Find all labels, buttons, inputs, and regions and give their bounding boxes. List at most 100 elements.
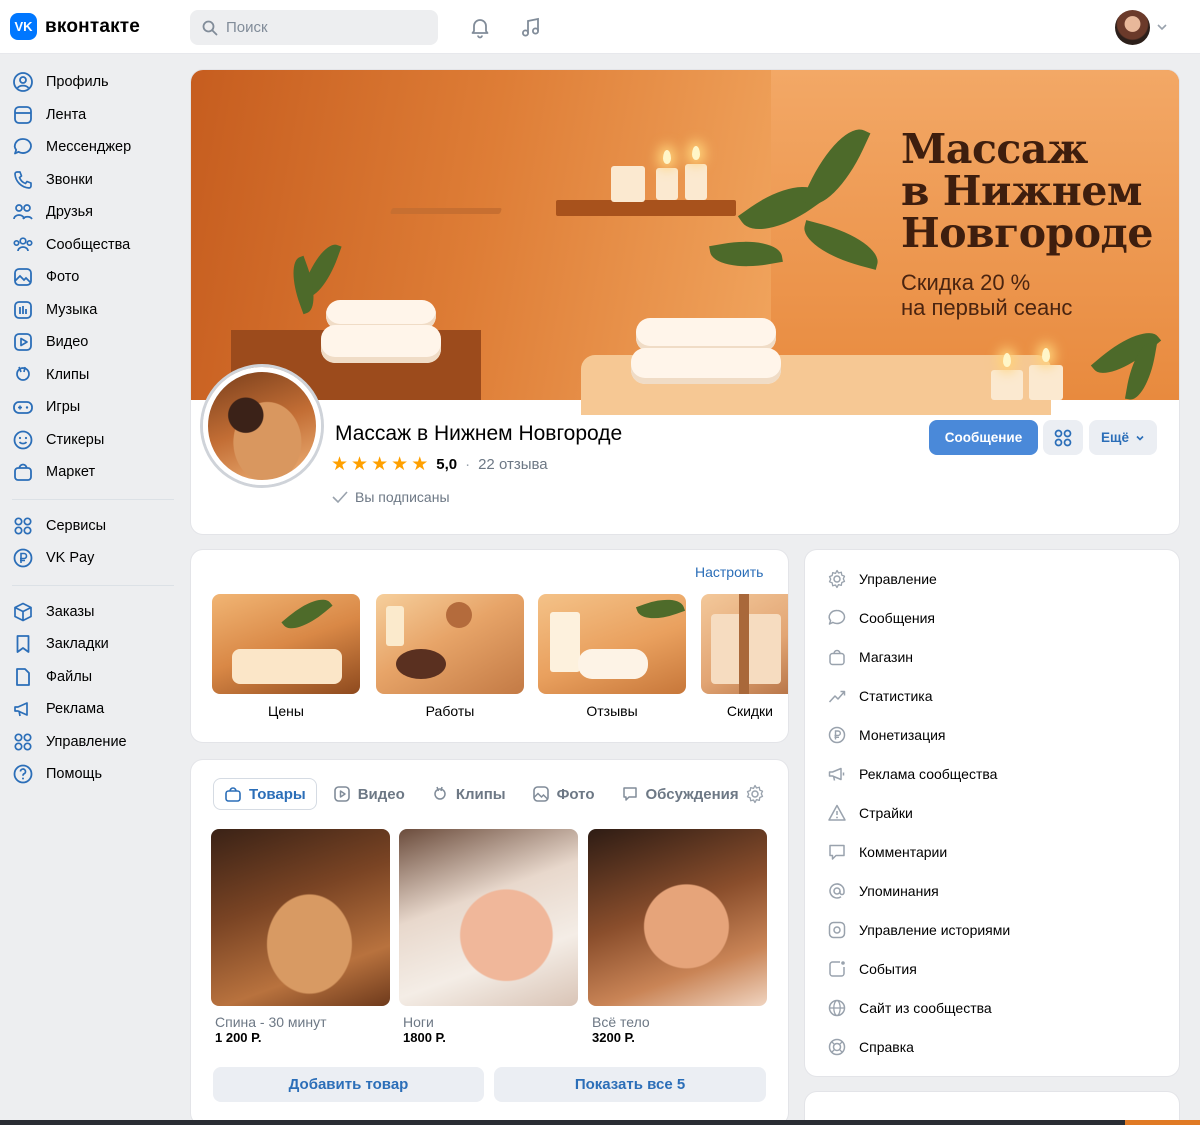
help-icon <box>13 764 33 784</box>
admin-item-label: События <box>859 961 917 977</box>
sidebar-item-feed[interactable]: Лента <box>0 99 180 132</box>
search-input[interactable] <box>226 19 426 36</box>
product-image[interactable] <box>588 829 767 1006</box>
tab-goods[interactable]: Товары <box>213 778 317 810</box>
tab-clips[interactable]: Клипы <box>421 778 516 810</box>
subscribed-status[interactable]: Вы подписаны <box>331 489 450 505</box>
search-box[interactable] <box>190 10 438 45</box>
sidebar-item-video[interactable]: Видео <box>0 326 180 359</box>
admin-item-shop[interactable]: Магазин <box>827 647 913 667</box>
menu-tile-label[interactable]: Цены <box>212 703 360 719</box>
shop-icon <box>829 649 845 666</box>
admin-item-label: Управление <box>859 571 937 587</box>
sidebar-item-ads[interactable]: Реклама <box>0 693 180 726</box>
sidebar-item-label: Видео <box>46 334 89 351</box>
product-image[interactable] <box>211 829 390 1006</box>
orders-icon <box>14 602 32 622</box>
sidebar-item-files[interactable]: Файлы <box>0 661 180 694</box>
vk-logo[interactable]: VK вконтакте <box>10 13 140 40</box>
chevron-down-icon <box>1136 435 1144 441</box>
sidebar-item-messenger[interactable]: Мессенджер <box>0 131 180 164</box>
product-price: 3200 Р. <box>592 1030 635 1045</box>
sidebar-item-market[interactable]: Маркет <box>0 456 180 489</box>
reviews-count[interactable]: 22 отзыва <box>478 456 548 473</box>
more-label: Ещё <box>1101 430 1129 445</box>
top-header: VK вконтакте <box>0 0 1200 54</box>
admin-item-stories[interactable]: Управление историями <box>827 920 1010 940</box>
product-card[interactable]: Всё тело 3200 Р. <box>588 829 767 1045</box>
help-circle-icon <box>828 1038 846 1056</box>
admin-item-monetization[interactable]: Монетизация <box>827 725 946 745</box>
sidebar-item-label: Реклама <box>46 701 105 718</box>
admin-item-help[interactable]: Справка <box>827 1037 914 1057</box>
sidebar-item-calls[interactable]: Звонки <box>0 164 180 197</box>
sidebar-item-help[interactable]: Помощь <box>0 758 180 791</box>
music-icon[interactable] <box>519 15 543 39</box>
sidebar-item-clips[interactable]: Клипы <box>0 359 180 392</box>
admin-item-mentions[interactable]: Упоминания <box>827 881 939 901</box>
games-icon <box>13 401 33 415</box>
message-button[interactable]: Сообщение <box>929 420 1038 455</box>
configure-link[interactable]: Настроить <box>695 564 763 580</box>
sidebar-item-vkpay[interactable]: VK Pay <box>0 542 180 575</box>
cover-candle <box>685 164 707 200</box>
product-card[interactable]: Спина - 30 минут 1 200 Р. <box>211 829 390 1045</box>
bell-icon[interactable] <box>468 15 492 39</box>
menu-tile-label[interactable]: Скидки <box>677 703 773 719</box>
more-button[interactable]: Ещё <box>1089 420 1157 455</box>
admin-item-stats[interactable]: Статистика <box>827 686 933 706</box>
sidebar-item-manage[interactable]: Управление <box>0 726 180 759</box>
sidebar-item-profile[interactable]: Профиль <box>0 66 180 99</box>
tab-video[interactable]: Видео <box>323 778 415 810</box>
menu-tile-works[interactable] <box>376 594 524 694</box>
show-all-products-button[interactable]: Показать все 5 <box>494 1067 766 1102</box>
cover-towel <box>631 348 781 384</box>
cover-shelf-left <box>389 208 503 214</box>
sidebar-item-friends[interactable]: Друзья <box>0 196 180 229</box>
admin-item-manage[interactable]: Управление <box>827 569 937 589</box>
product-card[interactable]: Ноги 1800 Р. <box>399 829 578 1045</box>
menu-tile-prices[interactable] <box>212 594 360 694</box>
rating-value: 5,0 <box>436 456 458 473</box>
sidebar-item-orders[interactable]: Заказы <box>0 596 180 629</box>
tab-discussions[interactable]: Обсуждения <box>611 778 741 810</box>
apps-button[interactable] <box>1043 420 1083 455</box>
friends-icon <box>13 204 33 220</box>
monetization-icon <box>828 726 846 744</box>
admin-item-messages[interactable]: Сообщения <box>827 608 935 628</box>
community-rating[interactable]: ★ ★ ★ ★ ★ 5,0 · 22 отзыва <box>331 455 548 474</box>
sidebar-item-communities[interactable]: Сообщества <box>0 229 180 262</box>
admin-item-strikes[interactable]: Страйки <box>827 803 913 823</box>
sidebar-item-bookmarks[interactable]: Закладки <box>0 628 180 661</box>
menu-tile-decor <box>550 612 580 672</box>
sidebar-item-music[interactable]: Музыка <box>0 294 180 327</box>
menu-tile-decor <box>446 602 472 628</box>
gear-icon[interactable] <box>745 784 765 804</box>
user-avatar[interactable] <box>1115 10 1150 45</box>
photo-icon <box>14 268 32 287</box>
sidebar-item-services[interactable]: Сервисы <box>0 510 180 543</box>
community-avatar[interactable] <box>203 367 321 485</box>
manage-icon <box>14 733 32 751</box>
menu-tile-label[interactable]: Отзывы <box>538 703 686 719</box>
community-header-card: Массаж в Нижнем Новгороде Скидка 20 % на… <box>191 70 1179 534</box>
sidebar-item-stickers[interactable]: Стикеры <box>0 424 180 457</box>
sidebar-item-games[interactable]: Игры <box>0 391 180 424</box>
product-price: 1 200 Р. <box>215 1030 262 1045</box>
admin-item-site[interactable]: Сайт из сообщества <box>827 998 992 1018</box>
admin-item-events[interactable]: События <box>827 959 917 979</box>
clips-icon <box>434 786 446 800</box>
sidebar-item-label: Фото <box>46 269 80 286</box>
admin-item-comments[interactable]: Комментарии <box>827 842 947 862</box>
menu-tile-reviews[interactable] <box>538 594 686 694</box>
admin-item-ads[interactable]: Реклама сообщества <box>827 764 997 784</box>
sidebar-item-photo[interactable]: Фото <box>0 261 180 294</box>
rating-separator: · <box>465 456 471 473</box>
product-image[interactable] <box>399 829 578 1006</box>
cover-subtitle-line: Скидка 20 % <box>901 270 1031 295</box>
chevron-down-icon[interactable] <box>1156 21 1168 33</box>
tab-photo[interactable]: Фото <box>522 778 605 810</box>
menu-tile-label[interactable]: Работы <box>376 703 524 719</box>
menu-tile-discounts[interactable] <box>701 594 788 694</box>
add-product-button[interactable]: Добавить товар <box>213 1067 484 1102</box>
